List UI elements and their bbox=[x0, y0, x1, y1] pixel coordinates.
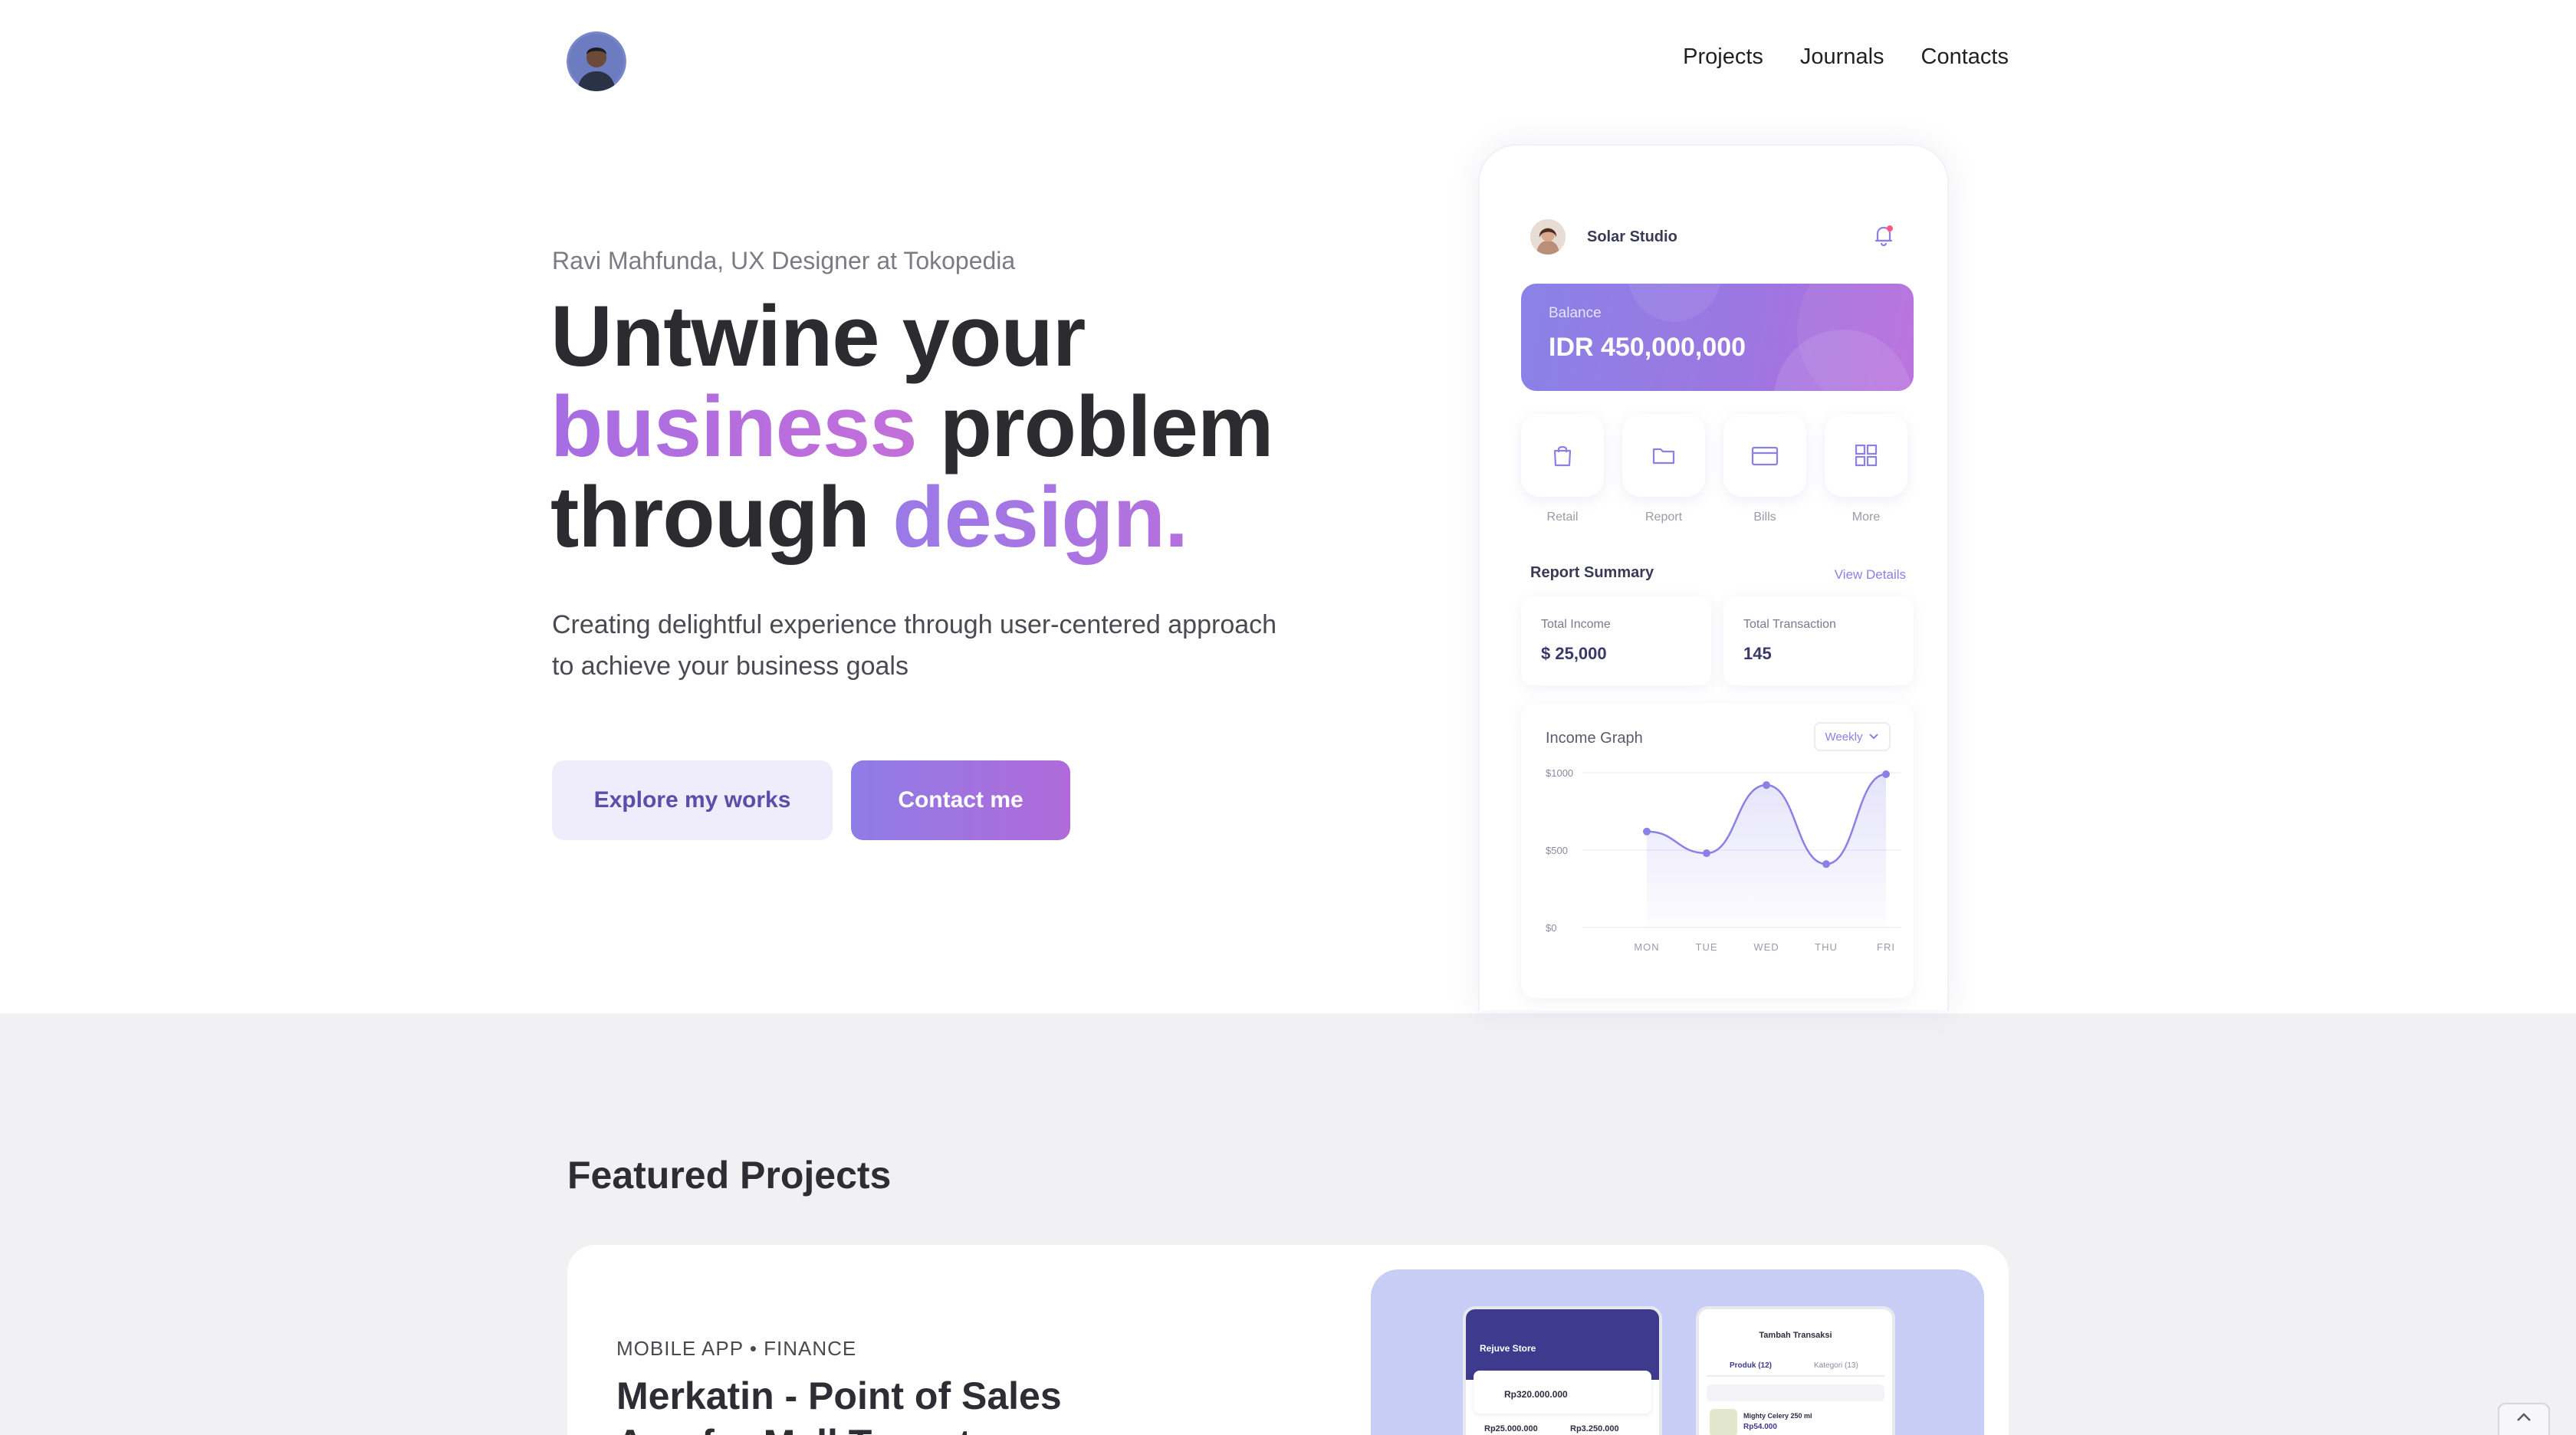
headline-line-1: Untwine your bbox=[550, 288, 1086, 384]
bills-label: Bills bbox=[1753, 511, 1776, 524]
headline-line-3-start: through bbox=[550, 469, 893, 565]
user-name: Solar Studio bbox=[1587, 228, 1677, 245]
x-tick-label: FRI bbox=[1877, 941, 1895, 953]
total-income-label: Total Income bbox=[1541, 618, 1611, 631]
x-tick-label: THU bbox=[1815, 941, 1838, 953]
period-select-value: Weekly bbox=[1825, 730, 1863, 744]
y-tick-label: $500 bbox=[1546, 845, 1568, 856]
headline-highlight-business: business bbox=[550, 379, 918, 475]
hero-description-line-1: Creating delightful experience through u… bbox=[552, 610, 1277, 639]
balance-value: IDR 450,000,000 bbox=[1549, 333, 1746, 362]
income-area bbox=[1647, 774, 1886, 928]
scroll-to-top-button[interactable] bbox=[2498, 1403, 2550, 1435]
chevron-down-icon bbox=[1869, 734, 1879, 740]
x-tick-label: MON bbox=[1634, 941, 1659, 953]
headline-line-3: through design. bbox=[550, 472, 1273, 563]
contact-me-button[interactable]: Contact me bbox=[851, 760, 1070, 840]
preview-item-price: Rp54.000 bbox=[1743, 1423, 1777, 1431]
retail-label: Retail bbox=[1546, 511, 1579, 524]
preview-tab-categories: Kategori (13) bbox=[1814, 1361, 1858, 1370]
headline-line-2-rest: problem bbox=[916, 379, 1274, 475]
preview-tab-products: Produk (12) bbox=[1730, 1361, 1773, 1370]
hero-intro: Ravi Mahfunda, UX Designer at Tokopedia bbox=[552, 247, 1016, 274]
folder-icon bbox=[1652, 448, 1675, 465]
preview-amount: Rp320.000.000 bbox=[1504, 1389, 1568, 1400]
data-point bbox=[1703, 849, 1710, 858]
nav-journals[interactable]: Journals bbox=[1800, 44, 1884, 70]
bills-button[interactable] bbox=[1723, 414, 1806, 497]
preview-item-name: Mighty Celery 250 ml bbox=[1743, 1412, 1812, 1420]
project-tag: MOBILE APP • FINANCE bbox=[616, 1337, 857, 1360]
preview-transaction-title: Tambah Transaksi bbox=[1759, 1331, 1832, 1340]
more-button[interactable] bbox=[1825, 414, 1907, 497]
total-transaction-label: Total Transaction bbox=[1743, 618, 1836, 631]
income-graph-title: Income Graph bbox=[1546, 730, 1643, 747]
more-label: More bbox=[1852, 511, 1881, 524]
y-tick-label: $1000 bbox=[1546, 767, 1573, 779]
balance-label: Balance bbox=[1549, 305, 1602, 321]
income-chart: $1000 $500 $0 MON TUE WED THU FRI bbox=[1546, 767, 1901, 953]
report-summary-title: Report Summary bbox=[1530, 564, 1654, 581]
data-point bbox=[1822, 860, 1830, 869]
hero-description: Creating delightful experience through u… bbox=[552, 604, 1357, 687]
hero-description-line-2: to achieve your business goals bbox=[552, 652, 909, 681]
x-tick-label: TUE bbox=[1696, 941, 1718, 953]
project-card[interactable]: MOBILE APP • FINANCE Merkatin - Point of… bbox=[567, 1245, 2009, 1435]
hero-headline: Untwine your business problem through de… bbox=[550, 291, 1273, 563]
x-tick-label: WED bbox=[1753, 941, 1779, 953]
main-nav: Projects Journals Contacts bbox=[1683, 44, 2009, 70]
period-select[interactable]: Weekly bbox=[1814, 722, 1891, 751]
total-income-card: Total Income $ 25,000 bbox=[1521, 596, 1711, 685]
preview-screen-transaction: Tambah Transaksi Produk (12) Kategori (1… bbox=[1696, 1306, 1895, 1435]
phone-mockup: Solar Studio Balance IDR 450,000,000 Ret… bbox=[1478, 144, 1949, 1010]
report-label: Report bbox=[1644, 511, 1683, 524]
balance-card[interactable]: Balance IDR 450,000,000 bbox=[1521, 284, 1914, 391]
bell-icon[interactable] bbox=[1871, 222, 1897, 248]
data-point bbox=[1882, 770, 1890, 779]
report-button[interactable] bbox=[1622, 414, 1705, 497]
profile-avatar[interactable] bbox=[567, 31, 626, 91]
project-title-line-1: Merkatin - Point of Sales bbox=[616, 1374, 1062, 1417]
total-transaction-value: 145 bbox=[1743, 644, 1772, 663]
headline-line-2: business problem bbox=[550, 382, 1273, 472]
nav-projects[interactable]: Projects bbox=[1683, 44, 1763, 70]
preview-amount-b: Rp3.250.000 bbox=[1570, 1424, 1619, 1433]
chevron-up-icon bbox=[2517, 1413, 2531, 1421]
view-details-link[interactable]: View Details bbox=[1835, 567, 1906, 583]
y-tick-label: $0 bbox=[1546, 922, 1556, 934]
total-income-value: $ 25,000 bbox=[1541, 644, 1607, 663]
bag-icon bbox=[1553, 445, 1572, 467]
preview-screen-dashboard: Rejuve Store Rp320.000.000 Rp25.000.000 … bbox=[1463, 1306, 1662, 1435]
nav-contacts[interactable]: Contacts bbox=[1921, 44, 2009, 70]
user-avatar bbox=[1530, 219, 1566, 254]
preview-amount-a: Rp25.000.000 bbox=[1484, 1424, 1538, 1433]
data-point bbox=[1763, 781, 1770, 790]
card-icon bbox=[1751, 446, 1779, 466]
project-title: Merkatin - Point of Sales App for Mall T… bbox=[616, 1372, 1062, 1435]
retail-button[interactable] bbox=[1521, 414, 1604, 497]
headline-highlight-design: design. bbox=[892, 469, 1188, 565]
preview-store-name: Rejuve Store bbox=[1480, 1343, 1536, 1354]
total-transaction-card: Total Transaction 145 bbox=[1723, 596, 1914, 685]
project-title-line-2: App for Mall Tenant bbox=[616, 1420, 1062, 1435]
project-preview-image: Rejuve Store Rp320.000.000 Rp25.000.000 … bbox=[1371, 1269, 1984, 1435]
data-point bbox=[1643, 827, 1651, 836]
income-graph-card: Income Graph Weekly $1000 $500 $0 MON TUE WE… bbox=[1521, 704, 1914, 998]
featured-projects-title: Featured Projects bbox=[567, 1154, 892, 1197]
explore-works-button[interactable]: Explore my works bbox=[552, 760, 833, 840]
grid-icon bbox=[1855, 444, 1878, 467]
